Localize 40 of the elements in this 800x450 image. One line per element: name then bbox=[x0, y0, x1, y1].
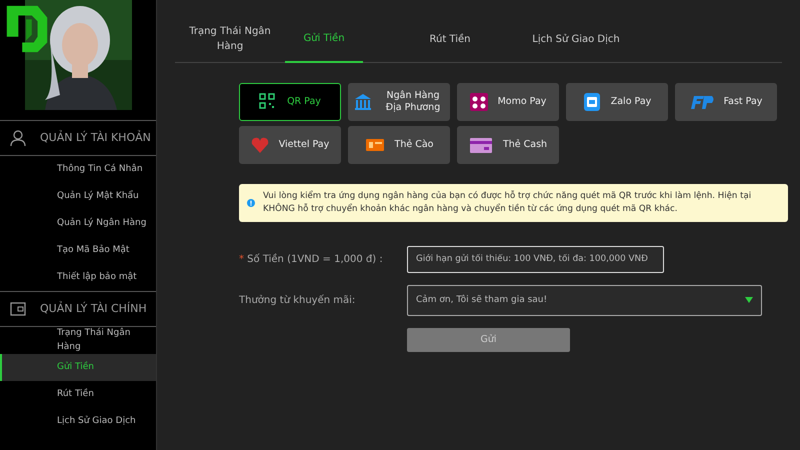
payment-method-button[interactable]: Viettel Pay bbox=[239, 126, 341, 164]
sidebar-item[interactable]: Lịch Sử Giao Dịch bbox=[0, 408, 156, 435]
card-icon bbox=[468, 136, 493, 154]
payment-method-button[interactable]: Zalo Pay bbox=[566, 83, 668, 121]
section-title: QUẢN LÝ TÀI CHÍNH bbox=[40, 300, 147, 317]
promo-select[interactable]: Cảm ơn, Tôi sẽ tham gia sau! bbox=[407, 284, 762, 316]
dropdown-icon bbox=[745, 297, 753, 304]
payment-method-button[interactable]: Momo Pay bbox=[457, 83, 559, 121]
card-icon bbox=[364, 136, 385, 154]
sidebar-item[interactable]: Trạng Thái Ngân Hàng bbox=[0, 327, 156, 354]
heart-icon bbox=[250, 136, 269, 154]
wallet-logo-icon bbox=[470, 93, 488, 111]
bank-icon bbox=[354, 93, 372, 111]
sidebar-item[interactable]: Quản Lý Mật Khẩu bbox=[0, 183, 156, 210]
section-title: QUẢN LÝ TÀI KHOẢN bbox=[40, 130, 151, 146]
sidebar-item[interactable]: Rút Tiền bbox=[0, 381, 156, 408]
sidebar-item[interactable]: Gửi Tiền bbox=[0, 354, 156, 381]
payment-method-button[interactable]: Thẻ Cash bbox=[457, 126, 559, 164]
qr-code-icon bbox=[259, 93, 278, 111]
payment-method-button[interactable]: QR Pay bbox=[239, 83, 341, 121]
payment-method-button[interactable]: Fast Pay bbox=[675, 83, 777, 121]
user-icon bbox=[10, 130, 26, 146]
sidebar-item[interactable]: Thông Tin Cá Nhân bbox=[0, 156, 156, 183]
notice-text: Vui lòng kiểm tra ứng dụng ngân hàng của bạn có được hỗ trợ chức năng quét mã QR trước khi làm lệnh. Hiện tại KHÔNG hỗ trợ chuyển khoản khác ngân hàng và chuyển tiền từ các ứng dụng quét mã QR khác. bbox=[263, 190, 752, 216]
payment-method-button[interactable]: Thẻ Cào bbox=[348, 126, 450, 164]
wallet-icon bbox=[10, 300, 26, 318]
sidebar-item[interactable]: Thiết lập bảo mật bbox=[0, 264, 156, 291]
field-label: Số Tiền (1VND = 1,000 đ) : bbox=[246, 254, 383, 265]
payment-method-button[interactable]: Ngân Hàng Địa Phương bbox=[348, 83, 450, 121]
field-label: Thưởng từ khuyến mãi: bbox=[239, 294, 356, 308]
wallet-logo-icon bbox=[582, 93, 601, 111]
tab[interactable]: Gửi Tiền bbox=[285, 18, 363, 63]
sidebar-item[interactable]: Quản Lý Ngân Hàng bbox=[0, 210, 156, 237]
tab[interactable]: Trạng Thái Ngân Hàng bbox=[175, 18, 285, 62]
sidebar-item[interactable]: Tạo Mã Bảo Mật bbox=[0, 237, 156, 264]
required-mark: * bbox=[239, 254, 244, 265]
tab[interactable]: Lịch Sử Giao Dịch bbox=[513, 18, 639, 62]
wallet-logo-icon bbox=[690, 93, 714, 111]
logo-icon bbox=[4, 4, 50, 54]
tab[interactable]: Rút Tiền bbox=[387, 18, 513, 62]
